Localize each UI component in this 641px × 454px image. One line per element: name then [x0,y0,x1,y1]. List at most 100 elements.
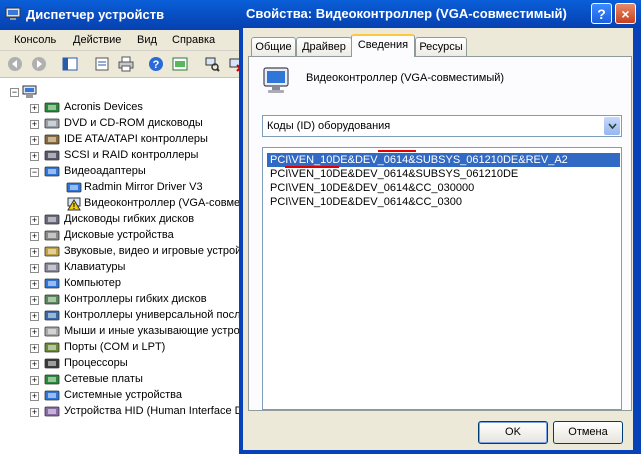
list-item-selected[interactable]: PCI\VEN_10DE&DEV_0614&SUBSYS_061210DE&RE… [267,153,620,167]
tree-item-label: Клавиатуры [64,261,126,273]
forward-arrow-icon[interactable] [29,54,49,74]
expand-icon[interactable]: + [30,216,39,225]
floppy-icon [44,214,60,225]
expand-icon[interactable]: + [30,376,39,385]
disk-icon [44,230,60,241]
expand-icon[interactable]: + [30,104,39,113]
ok-button[interactable]: OK [478,421,548,444]
keyboard-icon [44,262,60,273]
device-name: Видеоконтроллер (VGA-совместимый) [306,72,505,84]
view-icon[interactable] [170,54,190,74]
tree-item-label: Звуковые, видео и игровые устройства [64,245,264,257]
dialog-title: Свойства: Видеоконтроллер (VGA-совместим… [246,6,567,21]
warning-icon: ! [67,197,81,211]
menu-help[interactable]: Справка [172,34,215,46]
collapse-icon[interactable]: − [10,88,19,97]
tree-item-label: Порты (COM и LPT) [64,341,166,353]
monitor-icon [66,182,82,193]
list-item[interactable]: PCI\VEN_10DE&DEV_0614&CC_030000 [270,181,620,195]
list-item[interactable]: PCI\VEN_10DE&DEV_0614&CC_0300 [270,195,620,209]
help-icon[interactable]: ? [146,54,166,74]
help-icon: ? [597,5,606,22]
monitor-icon [44,166,60,177]
dialog-frame-right [633,28,641,454]
tree-item-label: Дисководы гибких дисков [64,213,195,225]
tree-item-label: Radmin Mirror Driver V3 [84,181,203,193]
annotation-underline-ven [285,166,339,168]
computer-icon [44,278,60,289]
chevron-down-icon[interactable] [604,117,620,135]
list-item[interactable]: PCI\VEN_10DE&DEV_0614&SUBSYS_061210DE [270,167,620,181]
property-select[interactable]: Коды (ID) оборудования [262,115,622,137]
tree-item-label: Системные устройства [64,389,183,401]
back-arrow-icon[interactable] [5,54,25,74]
expand-icon[interactable]: + [30,264,39,273]
property-select-value: Коды (ID) оборудования [267,120,391,132]
system-icon [44,390,60,401]
expand-icon[interactable]: + [30,232,39,241]
mouse-icon [44,326,60,337]
expand-icon[interactable]: + [30,360,39,369]
computer-icon [5,7,21,20]
tree-item-label: SCSI и RAID контроллеры [64,149,199,161]
tree-item-label: Мыши и иные указывающие устройства [64,325,269,337]
menu-action[interactable]: Действие [73,34,121,46]
print-icon[interactable] [116,54,136,74]
ide-icon [44,134,60,145]
expand-icon[interactable]: + [30,152,39,161]
expand-icon[interactable]: + [30,328,39,337]
tree-item-label: Acronis Devices [64,101,143,113]
usb-icon [44,310,60,321]
hid-icon [44,406,60,417]
device-manager-titlebar[interactable]: Диспетчер устройств [0,0,250,30]
tree-item-label: Компьютер [64,277,121,289]
help-button[interactable]: ? [591,3,612,24]
svg-text:?: ? [153,59,160,71]
menu-console[interactable]: Консоль [14,34,56,46]
expand-icon[interactable]: + [30,312,39,321]
dialog-titlebar[interactable]: Свойства: Видеоконтроллер (VGA-совместим… [239,0,641,28]
annotation-underline-dev [378,150,416,152]
port-icon [44,342,60,353]
expand-icon[interactable]: + [30,296,39,305]
computer-icon [22,85,37,98]
collapse-icon[interactable]: − [30,168,39,177]
tab-details[interactable]: Сведения [351,34,415,57]
close-button[interactable]: × [615,3,636,24]
floppy-controller-icon [44,294,60,305]
tab-resources[interactable]: Ресурсы [415,37,467,56]
device-tree: − + Acronis Devices + DVD и CD-ROM дисковод… [0,78,369,454]
expand-icon[interactable]: + [30,136,39,145]
cdrom-icon [44,118,60,129]
expand-icon[interactable]: + [30,248,39,257]
sound-icon [44,246,60,257]
cancel-button[interactable]: Отмена [553,421,623,444]
expand-icon[interactable]: + [30,392,39,401]
tab-driver[interactable]: Драйвер [296,37,352,56]
tree-item-label: Контроллеры гибких дисков [64,293,207,305]
expand-icon[interactable]: + [30,344,39,353]
expand-icon[interactable]: + [30,120,39,129]
monitor-icon [263,67,289,93]
hardware-id-list[interactable]: PCI\VEN_10DE&DEV_0614&SUBSYS_061210DE&RE… [262,147,622,410]
cpu-icon [44,358,60,369]
tab-general[interactable]: Общие [251,37,296,56]
tree-item-label: Процессоры [64,357,128,369]
scsi-icon [44,150,60,161]
properties-icon[interactable] [92,54,112,74]
scan-hardware-icon[interactable] [202,54,222,74]
tree-item-label: DVD и CD-ROM дисководы [64,117,203,129]
device-icon [44,102,60,113]
device-manager-window: Диспетчер устройств Консоль Действие Вид… [0,0,369,454]
expand-icon[interactable]: + [30,408,39,417]
network-icon [44,374,60,385]
tree-item-label: Сетевые платы [64,373,143,385]
tree-item-label: Видеоадаптеры [64,165,146,177]
svg-text:!: ! [73,202,76,211]
close-icon: × [621,5,630,22]
expand-icon[interactable]: + [30,280,39,289]
tree-view-icon[interactable] [60,54,80,74]
device-manager-title: Диспетчер устройств [26,7,165,22]
menu-view[interactable]: Вид [137,34,157,46]
tree-item-label: IDE ATA/ATAPI контроллеры [64,133,208,145]
